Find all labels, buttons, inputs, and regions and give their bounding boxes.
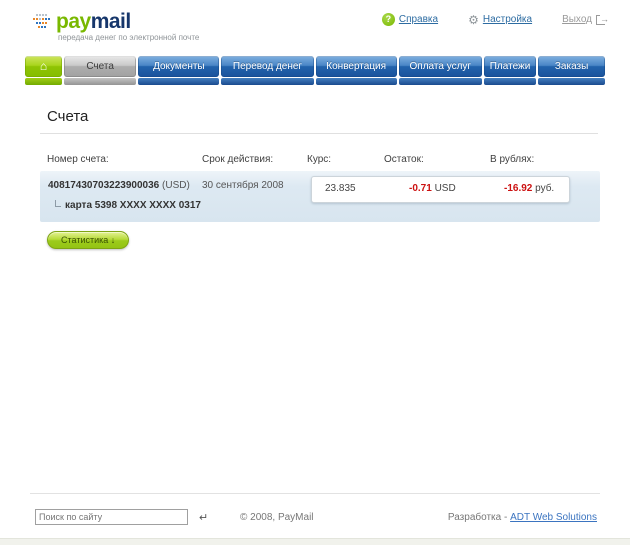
home-icon: ⌂ <box>40 59 47 73</box>
gear-icon: ⚙ <box>468 14 479 26</box>
paymail-page: paymail передача денег по электронной по… <box>0 0 630 545</box>
help-link[interactable]: Справка <box>382 13 438 26</box>
exit-icon <box>596 15 605 25</box>
tab-label: Конвертация <box>326 61 386 72</box>
logo-pay: pay <box>56 10 91 33</box>
tab-money-transfer[interactable]: Перевод денег <box>221 56 313 77</box>
rate-value: 23.835 <box>325 183 356 194</box>
column-header-in-rub: В рублях: <box>490 154 534 165</box>
account-number: 40817430703223900036 (USD) <box>48 180 190 191</box>
column-header-account-number: Номер счета: <box>47 154 109 165</box>
tab-conversion[interactable]: Конвертация <box>316 56 397 77</box>
tab-orders[interactable]: Заказы <box>538 56 605 77</box>
tab-documents[interactable]: Документы <box>138 56 219 77</box>
card-label: карта 5398 XXXX XXXX 0317 <box>65 200 201 211</box>
settings-link[interactable]: ⚙ Настройка <box>468 14 532 26</box>
rub-value: -16.92 руб. <box>504 183 554 194</box>
tab-accounts[interactable]: Счета <box>64 56 136 77</box>
tab-home[interactable]: ⌂ <box>25 56 62 77</box>
tab-services-payment[interactable]: Оплата услуг <box>399 56 482 77</box>
account-number-value: 40817430703223900036 <box>48 180 159 191</box>
logout-label: Выход <box>562 14 592 25</box>
statistics-button[interactable]: Статистика ↓ <box>47 231 129 249</box>
divider <box>40 133 598 134</box>
column-header-rate: Курс: <box>307 154 331 165</box>
tab-label: Документы <box>153 61 205 72</box>
account-currency: (USD) <box>162 180 190 191</box>
logout-link[interactable]: Выход <box>562 14 605 25</box>
tab-label: Оплата услуг <box>410 61 472 72</box>
balance-unit: USD <box>435 183 456 194</box>
developer-link[interactable]: ADT Web Solutions <box>510 512 597 523</box>
divider <box>30 493 600 494</box>
search-input[interactable] <box>35 509 188 525</box>
header-links: Справка ⚙ Настройка Выход <box>382 13 605 26</box>
column-header-valid-until: Срок действия: <box>202 154 273 165</box>
tab-label: Счета <box>86 61 114 72</box>
paymail-logo-icon <box>33 14 55 38</box>
arrow-down-icon: ↓ <box>111 235 116 245</box>
rub-unit: руб. <box>535 183 554 194</box>
account-values-box: 23.835 -0.71 USD -16.92 руб. <box>311 176 570 203</box>
page-bottom-edge <box>0 538 630 545</box>
column-header-balance: Остаток: <box>384 154 424 165</box>
credits-prefix: Разработка - <box>448 512 507 523</box>
logo-mail: mail <box>91 10 131 33</box>
tab-label: Заказы <box>555 61 588 72</box>
tab-label: Перевод денег <box>233 61 302 72</box>
credits: Разработка - ADT Web Solutions <box>448 512 597 523</box>
enter-key-icon: ↵ <box>199 511 208 524</box>
rub-amount: -16.92 <box>504 183 532 194</box>
paymail-logo[interactable]: paymail <box>56 10 131 34</box>
main-nav: ⌂ Счета Документы Перевод денег Конверта… <box>25 56 605 77</box>
page-title: Счета <box>47 108 88 125</box>
balance-value: -0.71 USD <box>409 183 456 194</box>
account-valid-until: 30 сентября 2008 <box>202 180 284 191</box>
linked-card: карта 5398 XXXX XXXX 0317 <box>55 200 201 211</box>
tab-payments[interactable]: Платежи <box>484 56 536 77</box>
help-icon <box>382 13 395 26</box>
balance-amount: -0.71 <box>409 183 432 194</box>
copyright: © 2008, PayMail <box>240 512 314 523</box>
brand-tagline: передача денег по электронной почте <box>58 33 199 42</box>
statistics-label: Статистика <box>61 235 108 245</box>
tab-label: Платежи <box>490 61 531 72</box>
help-label: Справка <box>399 14 438 25</box>
settings-label: Настройка <box>483 14 532 25</box>
tree-connector-icon <box>55 200 61 207</box>
account-row: 40817430703223900036 (USD) 30 сентября 2… <box>40 171 600 222</box>
